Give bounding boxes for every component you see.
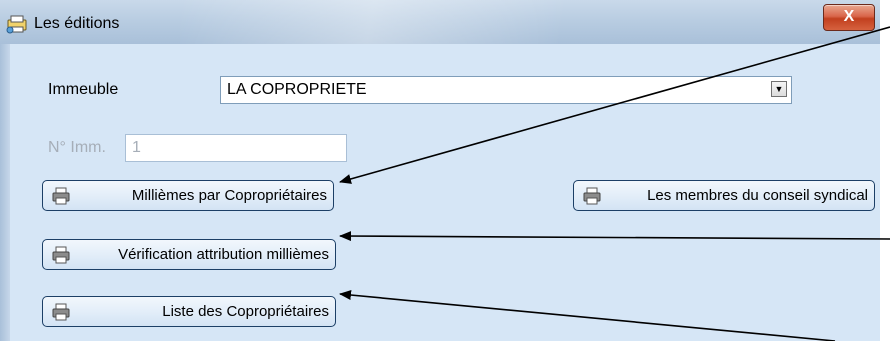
immeuble-select[interactable]: LA COPROPRIETE ▼ [220, 76, 792, 104]
window-left-border [0, 44, 10, 341]
verification-label: Vérification attribution millièmes [118, 246, 329, 263]
milliemes-label: Millièmes par Copropriétaires [131, 187, 327, 204]
app-icon [6, 15, 27, 34]
num-imm-value: 1 [132, 139, 141, 156]
close-icon: X [843, 8, 855, 25]
printer-icon [52, 187, 70, 205]
printer-icon [52, 246, 70, 264]
immeuble-select-value: LA COPROPRIETE [227, 81, 367, 98]
liste-coproprietaires-label: Liste des Copropriétaires [162, 303, 329, 320]
verification-button[interactable]: Vérification attribution millièmes [42, 239, 336, 270]
conseil-syndical-button[interactable]: Les membres du conseil syndical [573, 180, 875, 211]
num-imm-field: 1 [125, 134, 347, 162]
num-imm-label: N° Imm. [48, 139, 106, 156]
milliemes-button[interactable]: Millièmes par Copropriétaires [42, 180, 334, 211]
printer-icon [52, 303, 70, 321]
dialog-body: Immeuble LA COPROPRIETE ▼ N° Imm. 1 Mill… [10, 44, 880, 341]
title-bar: Les éditions X [0, 0, 880, 45]
printer-icon [583, 187, 601, 205]
close-button[interactable]: X [823, 4, 875, 31]
chevron-down-icon[interactable]: ▼ [771, 81, 787, 97]
window-title: Les éditions [34, 15, 120, 32]
liste-coproprietaires-button[interactable]: Liste des Copropriétaires [42, 296, 336, 327]
editions-window: Les éditions X Immeuble LA COPROPRIETE ▼… [0, 0, 890, 341]
title-bar-glass [180, 0, 820, 44]
conseil-syndical-label: Les membres du conseil syndical [647, 187, 868, 204]
immeuble-label: Immeuble [48, 81, 119, 98]
